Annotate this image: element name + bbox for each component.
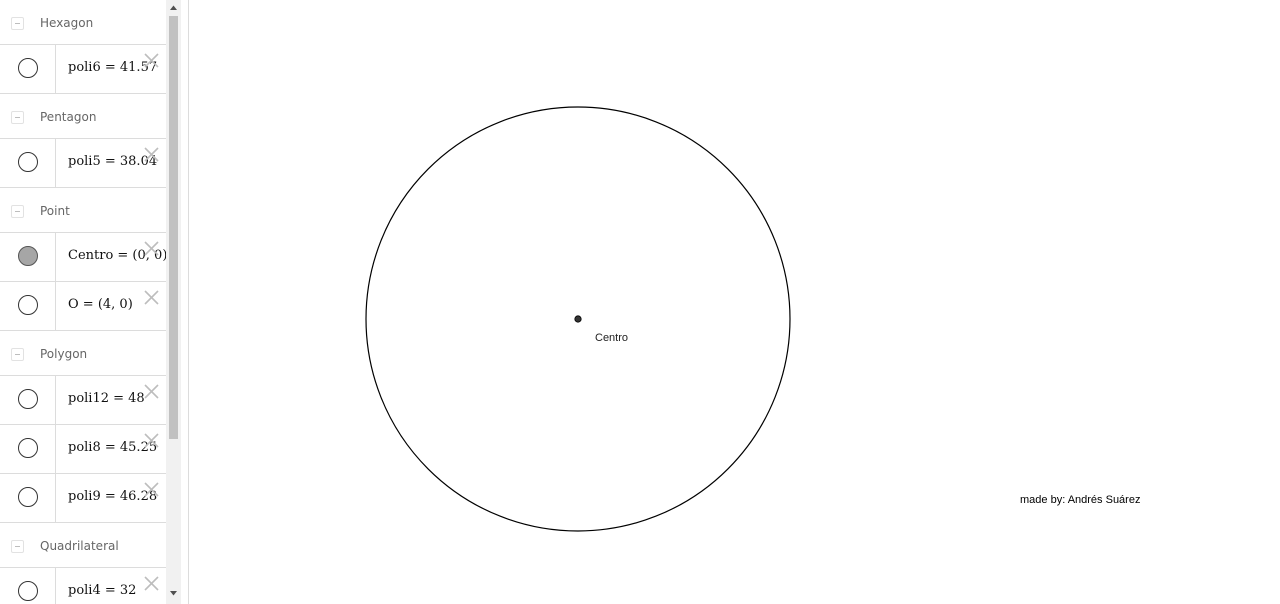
visibility-cell	[0, 568, 56, 604]
algebra-item-poli4[interactable]: poli4 = 32	[0, 568, 166, 604]
delete-icon[interactable]	[142, 480, 161, 499]
algebra-item-poli9[interactable]: poli9 = 46.28	[0, 474, 166, 523]
algebra-scrollbar[interactable]	[166, 0, 181, 604]
algebra-item-poli5[interactable]: poli5 = 38.04	[0, 139, 166, 188]
algebra-panel: Hexagon poli6 = 41.57 Pentagon poli5 = 3…	[0, 0, 181, 604]
group-header-quadrilateral[interactable]: Quadrilateral	[0, 523, 166, 568]
collapse-icon[interactable]	[11, 540, 24, 553]
visibility-cell	[0, 425, 56, 473]
collapse-icon[interactable]	[11, 17, 24, 30]
algebra-list: Hexagon poli6 = 41.57 Pentagon poli5 = 3…	[0, 0, 166, 604]
visibility-toggle-icon[interactable]	[18, 581, 38, 601]
delete-icon[interactable]	[142, 431, 161, 450]
delete-icon[interactable]	[142, 145, 161, 164]
point-centro[interactable]	[574, 315, 582, 323]
geogebra-app: Hexagon poli6 = 41.57 Pentagon poli5 = 3…	[0, 0, 1280, 604]
collapse-icon[interactable]	[11, 111, 24, 124]
algebra-item-poli6[interactable]: poli6 = 41.57	[0, 45, 166, 94]
visibility-cell	[0, 45, 56, 93]
group-label: Hexagon	[40, 16, 94, 30]
delete-icon[interactable]	[142, 288, 161, 307]
group-header-polygon[interactable]: Polygon	[0, 331, 166, 376]
visibility-toggle-icon[interactable]	[18, 487, 38, 507]
group-header-pentagon[interactable]: Pentagon	[0, 94, 166, 139]
collapse-icon[interactable]	[11, 205, 24, 218]
visibility-toggle-icon[interactable]	[18, 295, 38, 315]
delete-icon[interactable]	[142, 574, 161, 593]
group-label: Pentagon	[40, 110, 97, 124]
graphics-view[interactable]: Centro made by: Andrés Suárez	[189, 0, 1280, 604]
visibility-toggle-icon[interactable]	[18, 58, 38, 78]
panel-divider[interactable]	[181, 0, 189, 604]
algebra-item-poli12[interactable]: poli12 = 48	[0, 376, 166, 425]
group-label: Quadrilateral	[40, 539, 119, 553]
scroll-down-arrow-icon[interactable]	[166, 586, 181, 601]
delete-icon[interactable]	[142, 239, 161, 258]
group-header-hexagon[interactable]: Hexagon	[0, 0, 166, 45]
scroll-thumb[interactable]	[169, 16, 178, 439]
algebra-item-poli8[interactable]: poli8 = 45.25	[0, 425, 166, 474]
point-label-centro: Centro	[595, 332, 628, 344]
visibility-cell	[0, 376, 56, 424]
group-label: Point	[40, 204, 70, 218]
delete-icon[interactable]	[142, 51, 161, 70]
visibility-cell	[0, 233, 56, 281]
credit-text: made by: Andrés Suárez	[1020, 494, 1141, 506]
graphics-canvas[interactable]: Centro	[189, 0, 1280, 604]
algebra-item-o[interactable]: O = (4, 0)	[0, 282, 166, 331]
visibility-cell	[0, 139, 56, 187]
algebra-item-centro[interactable]: Centro = (0, 0)	[0, 233, 166, 282]
visibility-cell	[0, 474, 56, 522]
group-label: Polygon	[40, 347, 88, 361]
group-header-point[interactable]: Point	[0, 188, 166, 233]
visibility-toggle-icon[interactable]	[18, 389, 38, 409]
visibility-toggle-icon[interactable]	[18, 246, 38, 266]
collapse-icon[interactable]	[11, 348, 24, 361]
delete-icon[interactable]	[142, 382, 161, 401]
visibility-toggle-icon[interactable]	[18, 438, 38, 458]
scroll-up-arrow-icon[interactable]	[166, 0, 181, 15]
visibility-cell	[0, 282, 56, 330]
visibility-toggle-icon[interactable]	[18, 152, 38, 172]
